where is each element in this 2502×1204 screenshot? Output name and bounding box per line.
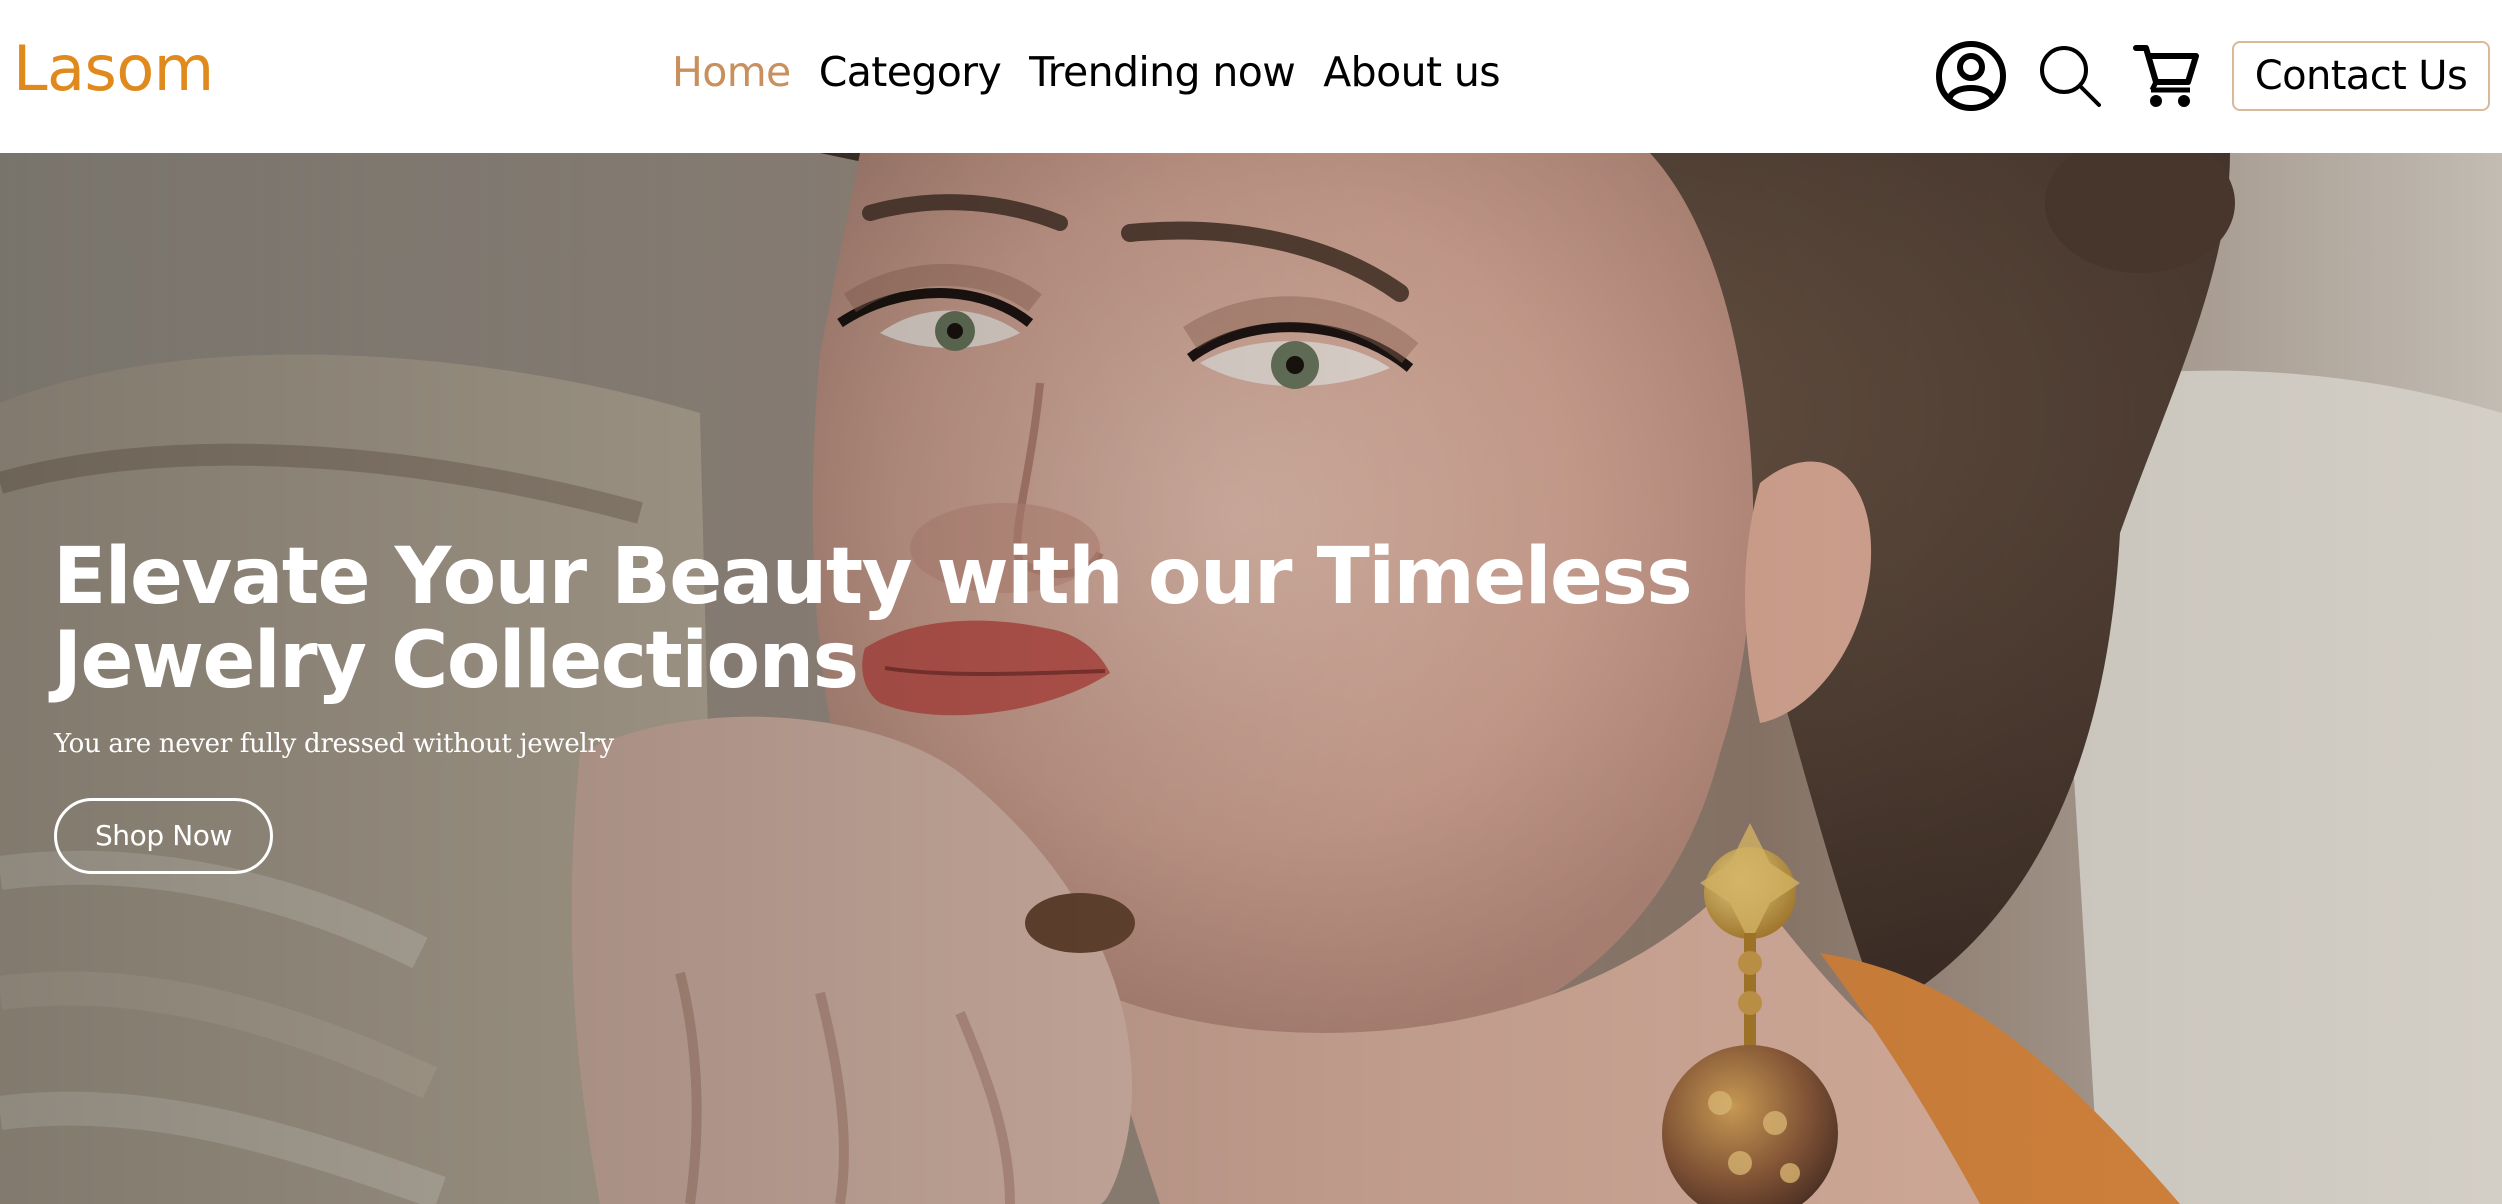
account-icon[interactable] <box>1934 39 2008 113</box>
hero-subtitle: You are never fully dressed without jewe… <box>54 729 614 759</box>
nav-item-category[interactable]: Category <box>819 52 1002 93</box>
site-header: Lasom Home Category Trending now About u… <box>0 0 2502 153</box>
hero-section: Elevate Your Beauty with our Timeless Je… <box>0 153 2502 1204</box>
cart-icon[interactable] <box>2132 42 2200 108</box>
main-nav: Home Category Trending now About us <box>672 52 1501 93</box>
search-icon[interactable] <box>2037 43 2103 109</box>
hero-title-line-1: Elevate Your Beauty with our Timeless <box>53 532 1693 622</box>
nav-item-home[interactable]: Home <box>672 52 791 93</box>
brand-logo[interactable]: Lasom <box>13 38 214 100</box>
contact-us-button[interactable]: Contact Us <box>2232 41 2490 111</box>
shop-now-button[interactable]: Shop Now <box>54 798 273 874</box>
nav-item-trending-now[interactable]: Trending now <box>1029 52 1296 93</box>
hero-title: Elevate Your Beauty with our Timeless Je… <box>53 535 1753 703</box>
nav-item-about-us[interactable]: About us <box>1323 52 1500 93</box>
hero-title-line-2: Jewelry Collections <box>53 616 859 706</box>
